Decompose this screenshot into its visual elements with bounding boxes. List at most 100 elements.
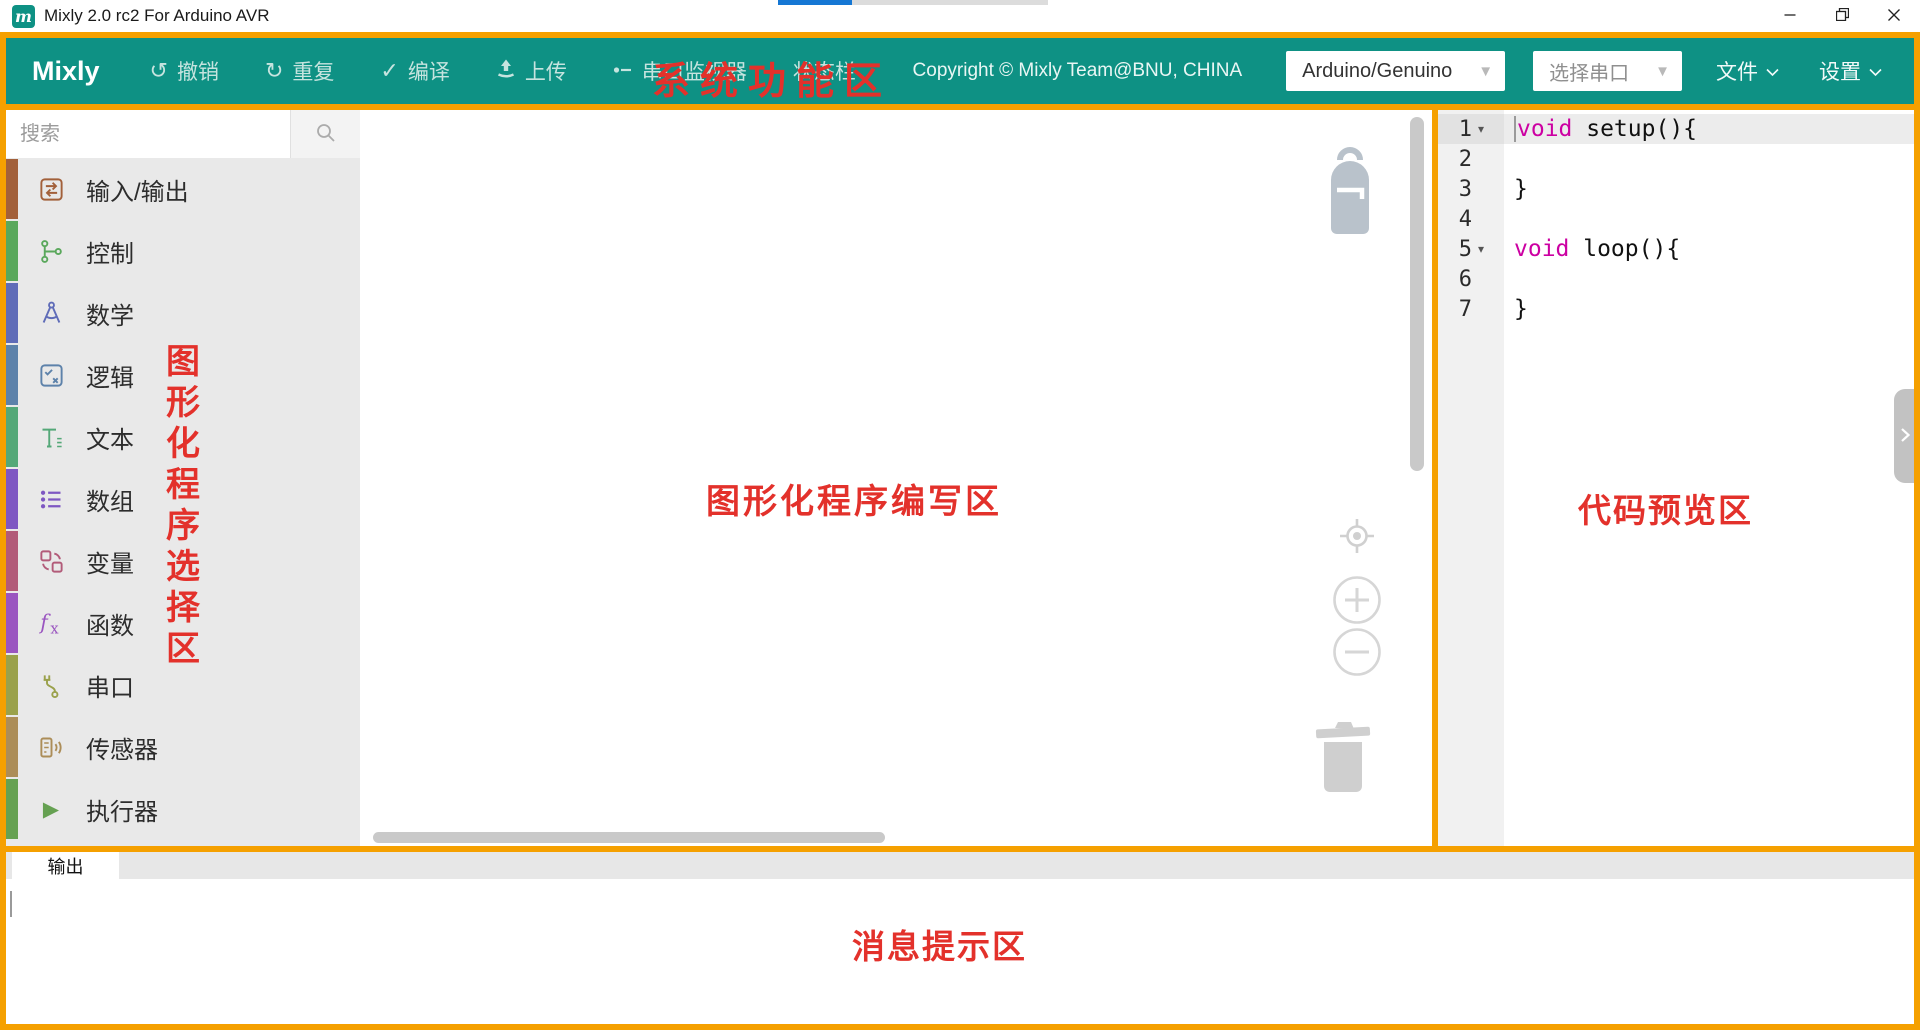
sidebar-item-control[interactable]: 控制 xyxy=(6,220,360,282)
close-button[interactable] xyxy=(1868,0,1920,32)
main-area: 输入/输出 控制 xyxy=(6,110,1914,846)
category-color-bar xyxy=(6,159,18,219)
progress-strip-loaded xyxy=(778,0,852,5)
code-line: 7 } xyxy=(1438,294,1914,324)
message-tabbar: 输出 xyxy=(6,852,1914,879)
sidebar-item-sensor[interactable]: 传感器 xyxy=(6,716,360,778)
restore-button[interactable] xyxy=(1816,0,1868,32)
text-cursor xyxy=(1514,116,1516,142)
upload-icon xyxy=(496,58,516,84)
sidebar-item-actuator[interactable]: ▶ 执行器 xyxy=(6,778,360,840)
sensor-icon xyxy=(34,734,68,761)
fold-arrow-icon[interactable]: ▾ xyxy=(1472,242,1490,256)
panel-collapse-handle[interactable] xyxy=(1894,389,1914,483)
text-cursor xyxy=(10,891,12,917)
code-line: 4 xyxy=(1438,204,1914,234)
math-compass-icon xyxy=(34,300,68,327)
restore-icon xyxy=(1836,8,1849,24)
search-button[interactable] xyxy=(290,110,360,158)
category-color-bar xyxy=(6,345,18,405)
category-color-bar xyxy=(6,407,18,467)
window-title: Mixly 2.0 rc2 For Arduino AVR xyxy=(44,6,270,26)
board-select[interactable]: Arduino/Genuino ▼ xyxy=(1286,51,1505,91)
play-icon: ▶ xyxy=(34,797,68,822)
center-blocks-button[interactable] xyxy=(1335,514,1379,561)
code-line: 3 } xyxy=(1438,174,1914,204)
redo-button[interactable]: ↻ 重复 xyxy=(265,56,334,86)
undo-button[interactable]: ↺ 撤销 xyxy=(150,56,219,86)
app-frame: Mixly ↺ 撤销 ↻ 重复 ✓ 编译 上传 xyxy=(0,32,1920,1030)
function-icon: f x xyxy=(34,610,68,637)
search-icon xyxy=(315,122,337,147)
serial-monitor-button[interactable]: 串口监视器 xyxy=(613,56,747,86)
close-icon xyxy=(1888,9,1900,24)
statusbar-button[interactable]: 状态栏 xyxy=(793,56,856,86)
sidebar-item-logic[interactable]: 逻辑 xyxy=(6,344,360,406)
canvas-horizontal-scrollbar[interactable] xyxy=(373,832,885,843)
zoom-out-button[interactable] xyxy=(1331,626,1383,681)
toolbar-right-group: Copyright © Mixly Team@BNU, CHINA Arduin… xyxy=(913,51,1888,91)
copyright-text: Copyright © Mixly Team@BNU, CHINA xyxy=(913,60,1243,82)
output-tab[interactable]: 输出 xyxy=(12,852,119,879)
settings-menu[interactable]: 设置 xyxy=(1813,55,1888,87)
window-controls xyxy=(1764,0,1920,32)
trash-button[interactable] xyxy=(1313,716,1373,797)
minimize-button[interactable] xyxy=(1764,0,1816,32)
category-color-bar xyxy=(6,593,18,653)
serial-cable-icon xyxy=(34,672,68,699)
code-line: 5▾ void loop(){ xyxy=(1438,234,1914,264)
category-color-bar xyxy=(6,469,18,529)
code-line: 1▾ void setup(){ xyxy=(1438,114,1914,144)
upload-button[interactable]: 上传 xyxy=(496,56,567,86)
category-color-bar xyxy=(6,779,18,839)
control-icon xyxy=(34,238,68,265)
chevron-down-icon xyxy=(1766,59,1779,83)
chevron-down-icon: ▼ xyxy=(1655,63,1670,80)
sidebar-item-io[interactable]: 输入/输出 xyxy=(6,158,360,220)
titlebar: m Mixly 2.0 rc2 For Arduino AVR xyxy=(0,0,1920,32)
port-select[interactable]: 选择串口 ▼ xyxy=(1533,51,1682,91)
progress-strip-track xyxy=(852,0,1048,5)
zoom-in-button[interactable] xyxy=(1331,574,1383,629)
mixly-logo-icon: m xyxy=(12,5,35,28)
file-menu[interactable]: 文件 xyxy=(1710,55,1785,87)
io-icon xyxy=(34,176,68,203)
category-color-bar xyxy=(6,531,18,591)
block-category-sidebar: 输入/输出 控制 xyxy=(6,110,360,846)
mixly-app-window: m Mixly 2.0 rc2 For Arduino AVR xyxy=(0,0,1920,1030)
sidebar-item-math[interactable]: 数学 xyxy=(6,282,360,344)
blocks-canvas[interactable] xyxy=(360,110,1432,846)
mixly-brand[interactable]: Mixly xyxy=(32,56,100,87)
variable-icon xyxy=(34,548,68,575)
code-preview-panel[interactable]: 1▾ void setup(){ 2 3 } 4 5▾ void loo xyxy=(1438,110,1914,846)
minus-icon xyxy=(1331,666,1383,681)
chevron-down-icon: ▼ xyxy=(1478,63,1493,80)
search-input[interactable] xyxy=(6,110,290,158)
chevron-down-icon xyxy=(1869,59,1882,83)
sidebar-item-array[interactable]: 数组 xyxy=(6,468,360,530)
svg-text:x: x xyxy=(50,620,59,636)
message-panel: 输出 xyxy=(6,852,1914,1024)
category-color-bar xyxy=(6,717,18,777)
trash-icon xyxy=(1313,782,1373,797)
fold-arrow-icon[interactable]: ▾ xyxy=(1472,122,1490,136)
minimize-icon xyxy=(1784,9,1796,24)
sidebar-item-serial[interactable]: 串口 xyxy=(6,654,360,716)
category-color-bar xyxy=(6,283,18,343)
svg-text:f: f xyxy=(38,610,51,634)
system-toolbar: Mixly ↺ 撤销 ↻ 重复 ✓ 编译 上传 xyxy=(6,38,1914,104)
sidebar-item-function[interactable]: f x 函数 xyxy=(6,592,360,654)
compile-button[interactable]: ✓ 编译 xyxy=(380,56,449,86)
chevron-right-icon xyxy=(1900,427,1910,446)
canvas-vertical-scrollbar[interactable] xyxy=(1410,117,1424,471)
sidebar-item-variable[interactable]: 变量 xyxy=(6,530,360,592)
message-output-area[interactable] xyxy=(6,879,1914,1024)
serial-monitor-icon xyxy=(613,59,633,83)
search-row xyxy=(6,110,360,158)
backpack-icon[interactable] xyxy=(1318,138,1382,241)
code-line: 6 xyxy=(1438,264,1914,294)
redo-icon: ↻ xyxy=(265,60,283,82)
sidebar-item-text[interactable]: 文本 xyxy=(6,406,360,468)
compile-check-icon: ✓ xyxy=(380,60,398,82)
category-color-bar xyxy=(6,221,18,281)
